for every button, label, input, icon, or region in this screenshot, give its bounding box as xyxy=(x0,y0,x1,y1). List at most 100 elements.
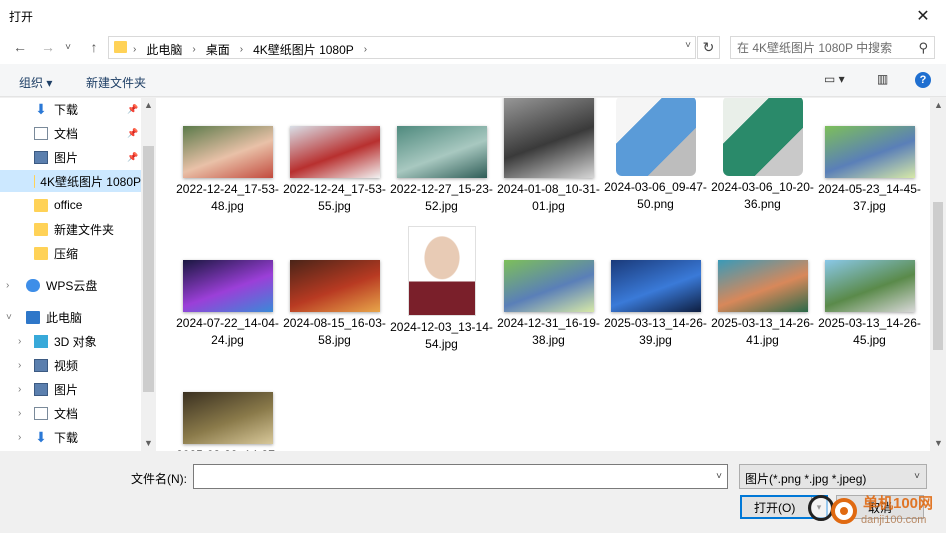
file-thumbnail xyxy=(615,98,696,176)
chevron-down-icon[interactable]: ˅ xyxy=(716,471,722,482)
file-thumbnail xyxy=(503,98,594,178)
file-item[interactable]: 2025-03-13_14-26-41.jpg xyxy=(709,226,816,349)
new-folder-button[interactable]: 新建文件夹 xyxy=(86,74,146,91)
filename-field[interactable]: ˅ xyxy=(193,464,728,489)
chevron-right-icon[interactable]: › xyxy=(133,44,136,55)
file-item[interactable]: 2022-12-27_15-23-52.jpg xyxy=(388,98,495,215)
refresh-icon[interactable]: ↻ xyxy=(697,36,720,59)
file-item[interactable]: 2025-03-13_14-26-45.jpg xyxy=(816,226,923,349)
help-icon[interactable]: ? xyxy=(915,72,931,88)
back-icon[interactable]: ← xyxy=(9,37,31,57)
file-thumbnail xyxy=(824,260,915,312)
search-icon[interactable]: ⚲ xyxy=(918,40,928,56)
forward-icon[interactable]: → xyxy=(37,37,59,57)
sidebar-item-office[interactable]: office xyxy=(0,194,141,216)
sidebar-item-pictures[interactable]: 图片 📌 xyxy=(0,146,141,168)
file-item[interactable]: 2024-12-03_13-14-54.jpg xyxy=(388,226,495,353)
sidebar-item-documents-pc[interactable]: › 文档 xyxy=(0,402,141,424)
view-options-icon[interactable]: ▭ ▾ xyxy=(824,72,845,86)
scroll-down-icon[interactable]: ▼ xyxy=(144,438,153,448)
sidebar-item-3d-objects[interactable]: › 3D 对象 xyxy=(0,330,141,352)
cloud-icon xyxy=(26,278,40,292)
file-name: 2025-03-13_14-26-45.jpg xyxy=(818,316,921,347)
breadcrumb-item-desktop[interactable]: 桌面 xyxy=(206,41,230,58)
organize-menu[interactable]: 组织 ▾ xyxy=(19,74,52,91)
chevron-down-icon[interactable]: ˅ xyxy=(685,40,691,51)
sidebar-item-downloads[interactable]: ⬇ 下载 📌 xyxy=(0,98,141,120)
title-bar: 打开 ✕ xyxy=(0,0,946,31)
file-thumbnail xyxy=(182,260,273,312)
chevron-right-icon[interactable]: › xyxy=(18,360,21,371)
content-scrollbar[interactable]: ▲ ▼ xyxy=(930,98,946,451)
file-item[interactable]: 2024-08-15_16-03-58.jpg xyxy=(281,226,388,349)
chevron-right-icon[interactable]: › xyxy=(240,44,243,55)
sidebar-item-wps-cloud[interactable]: › WPS云盘 xyxy=(0,274,141,296)
file-item[interactable]: 2024-01-08_10-31-01.jpg xyxy=(495,98,602,215)
folder-icon xyxy=(34,222,48,236)
sidebar-item-videos[interactable]: › 视频 xyxy=(0,354,141,376)
file-item[interactable]: 2024-03-06_09-47-50.png xyxy=(602,98,709,213)
file-thumbnail xyxy=(182,126,273,178)
chevron-right-icon[interactable]: › xyxy=(18,408,21,419)
file-name: 2024-08-15_16-03-58.jpg xyxy=(283,316,386,347)
scroll-up-icon[interactable]: ▲ xyxy=(144,100,153,110)
scroll-up-icon[interactable]: ▲ xyxy=(934,100,943,110)
file-thumbnail xyxy=(289,260,380,312)
sidebar-item-compress[interactable]: 压缩 xyxy=(0,242,141,264)
file-name: 2024-03-06_09-47-50.png xyxy=(604,180,707,211)
file-thumbnail xyxy=(407,226,476,316)
up-icon[interactable]: ↑ xyxy=(83,37,105,57)
scrollbar-thumb[interactable] xyxy=(143,146,154,392)
navigation-bar: ← → ˅ ↑ › 此电脑 › 桌面 › 4K壁纸图片 1080P › ˅ ↻ … xyxy=(0,31,946,64)
file-list: 2022-12-24_17-53-48.jpg 2022-12-24_17-53-… xyxy=(156,98,930,451)
sidebar-item-label: 下载 xyxy=(54,430,79,445)
chevron-right-icon[interactable]: › xyxy=(18,432,21,443)
close-icon[interactable]: ✕ xyxy=(900,0,946,31)
file-item[interactable]: 2022-12-24_17-53-55.jpg xyxy=(281,98,388,215)
dialog-footer: 文件名(N): ˅ 图片(*.png *.jpg *.jpeg) ˅ 打开(O)… xyxy=(0,451,946,533)
scroll-down-icon[interactable]: ▼ xyxy=(934,438,943,448)
address-bar[interactable]: › 此电脑 › 桌面 › 4K壁纸图片 1080P › ˅ xyxy=(108,36,696,59)
breadcrumb-item-pc[interactable]: 此电脑 xyxy=(146,41,182,58)
search-box[interactable]: ⚲ xyxy=(730,36,935,59)
window-title: 打开 xyxy=(9,10,34,24)
sidebar-scrollbar[interactable]: ▲ ▼ xyxy=(141,98,156,451)
sidebar-item-downloads-pc[interactable]: › ⬇ 下载 xyxy=(0,426,141,448)
file-name: 2022-12-24_17-53-55.jpg xyxy=(283,182,386,213)
pin-icon: 📌 xyxy=(127,152,139,162)
sidebar-item-pictures-pc[interactable]: › 图片 xyxy=(0,378,141,400)
file-name: 2024-12-03_13-14-54.jpg xyxy=(390,320,493,351)
file-name: 2025-03-13_14-26-39.jpg xyxy=(604,316,707,347)
picture-icon xyxy=(34,382,48,396)
file-item[interactable]: 2024-12-31_16-19-38.jpg xyxy=(495,226,602,349)
chevron-down-icon[interactable]: ˅ xyxy=(6,312,12,323)
download-icon: ⬇ xyxy=(35,100,47,117)
sidebar-item-label: 此电脑 xyxy=(46,310,83,325)
watermark-url: danji100.com xyxy=(861,514,927,526)
chevron-right-icon[interactable]: › xyxy=(192,44,195,55)
file-thumbnail xyxy=(289,126,380,178)
recent-locations-icon[interactable]: ˅ xyxy=(61,37,75,57)
sidebar-item-label: WPS云盘 xyxy=(46,278,98,293)
sidebar-item-new-folder[interactable]: 新建文件夹 xyxy=(0,218,141,240)
chevron-down-icon[interactable]: ˅ xyxy=(914,471,920,482)
file-item[interactable]: 2024-07-22_14-04-24.jpg xyxy=(174,226,281,349)
chevron-right-icon[interactable]: › xyxy=(18,384,21,395)
file-item[interactable]: 2022-12-24_17-53-48.jpg xyxy=(174,98,281,215)
file-thumbnail xyxy=(182,392,273,444)
file-item[interactable]: 2024-05-23_14-45-37.jpg xyxy=(816,98,923,215)
file-item[interactable]: 2025-03-13_14-26-39.jpg xyxy=(602,226,709,349)
file-item[interactable]: 2025-03-29_14-37-52.jpg xyxy=(174,358,281,451)
preview-pane-icon[interactable]: ▥ xyxy=(877,72,888,86)
sidebar-item-documents[interactable]: 文档 📌 xyxy=(0,122,141,144)
filetype-select[interactable]: 图片(*.png *.jpg *.jpeg) ˅ xyxy=(739,464,927,489)
scrollbar-thumb[interactable] xyxy=(933,202,943,350)
sidebar-item-this-pc[interactable]: ˅ 此电脑 xyxy=(0,306,141,328)
sidebar-item-4k-wallpaper[interactable]: 4K壁纸图片 1080P xyxy=(0,170,141,192)
chevron-right-icon[interactable]: › xyxy=(364,44,367,55)
chevron-right-icon[interactable]: › xyxy=(6,280,9,291)
search-input[interactable] xyxy=(731,37,906,58)
breadcrumb-item-folder[interactable]: 4K壁纸图片 1080P xyxy=(253,41,354,58)
chevron-right-icon[interactable]: › xyxy=(18,336,21,347)
file-item[interactable]: 2024-03-06_10-20-36.png xyxy=(709,98,816,213)
